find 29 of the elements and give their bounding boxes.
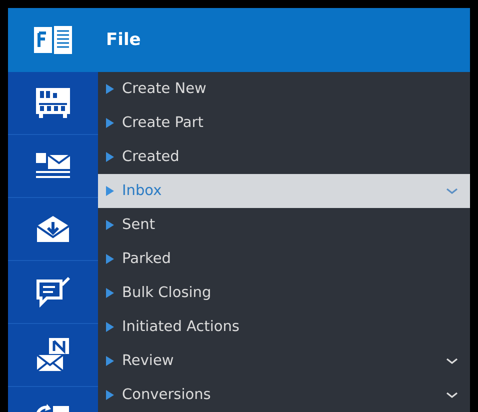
document-logo-icon[interactable] xyxy=(33,25,73,55)
menu-item[interactable]: Initiated Actions xyxy=(98,310,470,344)
header-title: File xyxy=(106,30,141,50)
menu-item[interactable]: Parked xyxy=(98,242,470,276)
chat-edit-icon[interactable] xyxy=(35,276,71,308)
triangle-icon xyxy=(106,84,114,94)
cabinet-icon[interactable] xyxy=(35,87,71,119)
menu-item[interactable]: Created xyxy=(98,140,470,174)
menu-item[interactable]: Bulk Closing xyxy=(98,276,470,310)
triangle-icon xyxy=(106,152,114,162)
triangle-icon xyxy=(106,288,114,298)
triangle-icon xyxy=(106,220,114,230)
menu-item[interactable]: Review xyxy=(98,344,470,378)
triangle-icon xyxy=(106,118,114,128)
menu-item[interactable]: Create Part xyxy=(98,106,470,140)
chevron-icon xyxy=(446,358,458,364)
envelope-download-icon[interactable] xyxy=(35,214,71,244)
envelope-badge-icon[interactable] xyxy=(35,337,71,373)
triangle-icon xyxy=(106,390,114,400)
menu-item[interactable]: Create New xyxy=(98,72,470,106)
chevron-icon xyxy=(446,188,458,194)
menu-item[interactable]: Sent xyxy=(98,208,470,242)
triangle-icon xyxy=(106,322,114,332)
triangle-icon xyxy=(106,254,114,264)
menu-item[interactable]: Conversions xyxy=(98,378,470,412)
triangle-icon xyxy=(106,186,114,196)
letter-envelope-icon[interactable] xyxy=(35,151,71,181)
triangle-icon xyxy=(106,356,114,366)
chevron-icon xyxy=(446,392,458,398)
